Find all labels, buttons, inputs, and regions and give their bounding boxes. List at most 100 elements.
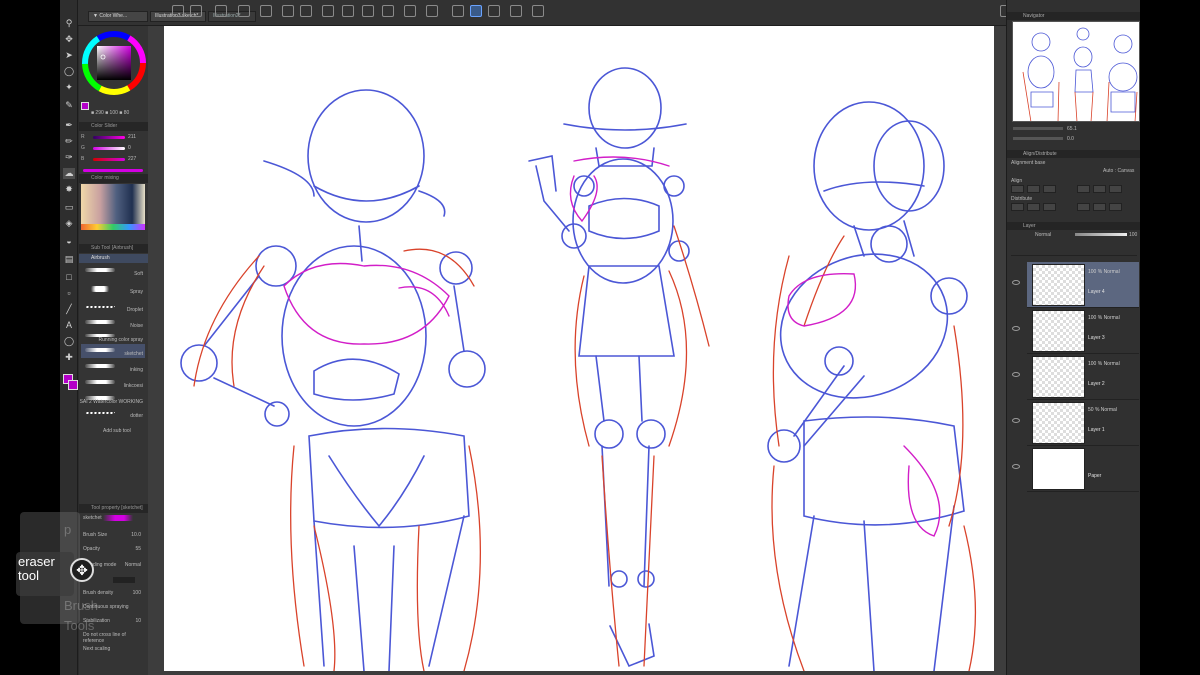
brush-sketchet[interactable]: sketchet [81,344,145,358]
sub-tool-group[interactable]: Airbrush [79,254,148,263]
eye-icon[interactable] [1012,418,1020,423]
snap-grid-icon[interactable] [488,5,500,17]
eraser-icon[interactable]: ▭ [63,202,75,213]
blend-mode-select[interactable]: Normal [1035,232,1051,238]
redo-icon[interactable] [300,5,312,17]
deselect-icon[interactable] [404,5,416,17]
zoom-value[interactable]: 65.1 [1067,126,1077,132]
align-center-button[interactable] [1027,185,1040,193]
correct-line-icon[interactable]: ✚ [63,352,75,363]
slider-r[interactable]: R 211 [81,134,145,141]
clear-outside-icon[interactable] [342,5,354,17]
prop-brush-size[interactable]: Brush Size 10.0 [83,532,145,540]
brush-spray[interactable]: Spray [81,282,145,296]
color-wheel[interactable] [81,30,147,96]
distribute-center-button[interactable] [1027,203,1040,211]
slider-b[interactable]: B 227 [81,156,145,163]
distribute-middle-button[interactable] [1093,203,1106,211]
prop-no-cross-line[interactable]: Do not cross line of reference [83,632,145,644]
eye-icon[interactable] [1012,280,1020,285]
brush-droplet[interactable]: Droplet [81,300,145,314]
device-icon[interactable] [532,5,544,17]
upload-icon[interactable] [260,5,272,17]
eyedropper-icon[interactable]: ✎ [63,100,75,111]
align-mode-select[interactable]: Auto : Canvas [1103,168,1134,174]
layer-row[interactable]: 100 % Normal Layer 4 [1012,262,1139,308]
operation-icon[interactable]: ➤ [63,50,75,61]
rotate-slider[interactable] [1013,137,1063,140]
pencil-icon[interactable]: ✏ [63,136,75,147]
balloon-icon[interactable]: ◯ [63,336,75,347]
move-tool-icon[interactable]: ✥ [63,34,75,45]
brush-icon[interactable]: ✑ [63,152,75,163]
navigator-preview[interactable] [1012,21,1140,122]
prop-dial[interactable] [83,576,145,584]
brush-linkcoesi[interactable]: linkcoesi [81,376,145,390]
slider-g[interactable]: G 0 [81,145,145,152]
fill-icon[interactable] [362,5,374,17]
layer-row-paper[interactable]: Paper [1012,446,1139,492]
prop-opacity[interactable]: Opacity 55 [83,546,145,554]
snap-to-ruler-icon[interactable] [470,5,482,17]
brush-inking[interactable]: inking [81,360,145,374]
gradient-icon[interactable]: ▤ [63,254,75,265]
airbrush-icon[interactable]: ☁ [63,168,75,179]
brush-running-color-spray[interactable]: Running color spray [81,330,145,344]
decoration-icon[interactable]: ✸ [63,184,75,195]
eye-icon[interactable] [1012,326,1020,331]
align-right-button[interactable] [1043,185,1056,193]
sub-color-swatch[interactable] [68,380,78,390]
text-icon[interactable]: A [63,320,75,331]
align-bottom-button[interactable] [1109,185,1122,193]
invert-selection-icon[interactable] [426,5,438,17]
save-icon[interactable] [215,5,227,17]
layer-row[interactable]: 100 % Normal Layer 2 [1012,354,1139,400]
eye-icon[interactable] [1012,464,1020,469]
distribute-bottom-button[interactable] [1109,203,1122,211]
align-left-button[interactable] [1011,185,1024,193]
add-sub-tool-button[interactable]: Add sub tool [103,428,131,434]
ruler-icon[interactable]: ╱ [63,304,75,315]
eye-icon[interactable] [1012,372,1020,377]
tool-property-header: Tool property [sketchet] [79,504,148,513]
layer-opacity-slider[interactable] [1075,233,1127,236]
wand-icon[interactable]: ✦ [63,82,75,93]
frame-icon[interactable]: ▫ [63,288,75,299]
open-icon[interactable] [190,5,202,17]
lasso-icon[interactable]: ◯ [63,66,75,77]
layer-row[interactable]: 100 % Normal Layer 3 [1012,308,1139,354]
new-file-icon[interactable] [172,5,184,17]
align-middle-button[interactable] [1093,185,1106,193]
distribute-top-button[interactable] [1077,203,1090,211]
undo-icon[interactable] [282,5,294,17]
color-history-strip[interactable] [81,224,145,230]
prop-next-scaling[interactable]: Next scaling [83,646,145,654]
brush-dotter[interactable]: dotter [81,406,145,420]
figure-icon[interactable]: □ [63,272,75,283]
clear-icon[interactable] [322,5,334,17]
pen-icon[interactable]: ✒ [63,120,75,131]
distribute-left-button[interactable] [1011,203,1024,211]
reference-icon[interactable] [510,5,522,17]
layer-row[interactable]: 50 % Normal Layer 1 [1012,400,1139,446]
color-mixing-canvas[interactable] [81,184,145,224]
transform-icon[interactable] [382,5,394,17]
ruler-snap-icon[interactable] [452,5,464,17]
export-icon[interactable] [238,5,250,17]
zoom-icon[interactable]: ⚲ [63,18,75,29]
brush-noise[interactable]: Noise [81,316,145,330]
layer-opacity-value[interactable]: 100 [1129,232,1137,238]
drawing-canvas[interactable] [164,26,994,672]
fill-bucket-icon[interactable]: ◒ [63,236,75,247]
wheel-main-color[interactable] [81,102,89,110]
align-top-button[interactable] [1077,185,1090,193]
move-cursor-icon[interactable]: ✥ [70,558,94,582]
brush-sai-watercolor[interactable]: SAI 2 Watercolor WORKING [80,392,145,406]
prop-brush-density[interactable]: Brush density 100 [83,590,145,598]
color-mixing-header: Color mixing [79,174,148,183]
brush-soft[interactable]: Soft [81,264,145,278]
zoom-slider[interactable] [1013,127,1063,130]
rotate-value[interactable]: 0.0 [1067,136,1074,142]
distribute-right-button[interactable] [1043,203,1056,211]
blend-icon[interactable]: ◈ [63,218,75,229]
